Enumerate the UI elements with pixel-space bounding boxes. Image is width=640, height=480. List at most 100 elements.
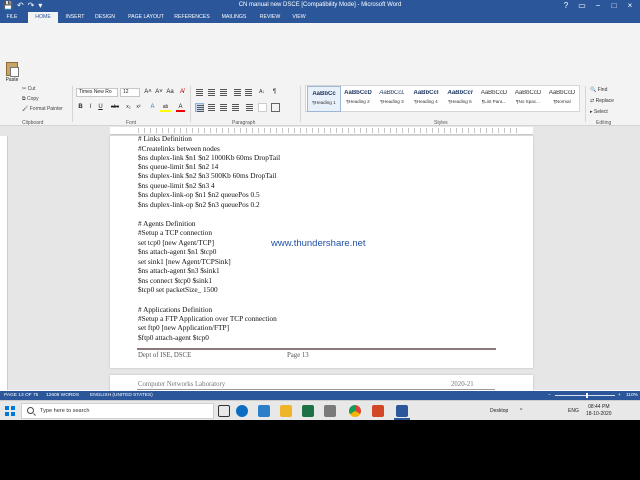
file-explorer-icon[interactable] [280, 405, 292, 417]
paste-button[interactable]: Paste [3, 62, 21, 90]
tab-file[interactable]: FILE [0, 12, 24, 23]
numbering-button[interactable] [207, 88, 216, 97]
tray-overflow-icon[interactable]: ^ [520, 401, 522, 421]
separator [300, 86, 301, 122]
tab-home[interactable]: HOME [28, 12, 58, 23]
grow-font-button[interactable]: A˄ [143, 88, 153, 97]
tab-design[interactable]: DESIGN [91, 12, 119, 23]
subscript-button[interactable]: x₂ [124, 103, 133, 112]
tab-review[interactable]: REVIEW [256, 12, 284, 23]
shading-button[interactable] [258, 103, 267, 112]
highlight-button[interactable]: ab [160, 103, 171, 112]
desktop-toolbar[interactable]: Desktop [490, 401, 508, 421]
style-heading-3[interactable]: AaBbCcL ¶Heading 3 [375, 86, 409, 112]
doc-line: #Setup a TCP connection [138, 228, 212, 237]
style-heading-5[interactable]: AaBbCcl ¶Heading 5 [443, 86, 477, 112]
doc-line: $tcp0 set packetSize_ 1500 [138, 285, 218, 294]
zoom-level[interactable]: 110% [626, 391, 638, 400]
style-normal[interactable]: AaBbCcD ¶Normal [545, 86, 579, 112]
separator [585, 86, 586, 122]
shrink-font-button[interactable]: A˅ [154, 88, 164, 97]
superscript-button[interactable]: x² [134, 103, 143, 112]
bullets-button[interactable] [195, 88, 204, 97]
cut-button[interactable]: ✂ Cut [22, 86, 35, 92]
title-bar: 💾 ↶ ↷ ▾ CN manual new DSCE [Compatibilit… [0, 0, 640, 12]
page-count[interactable]: PAGE 13 OF 75 [4, 391, 38, 400]
tab-insert[interactable]: INSERT [61, 12, 89, 23]
multilevel-list-button[interactable] [219, 88, 228, 97]
vertical-ruler[interactable] [0, 136, 8, 390]
underline-button[interactable]: U [96, 103, 105, 112]
align-right-button[interactable] [219, 103, 228, 112]
chrome-icon[interactable] [349, 405, 361, 417]
numbering-icon [208, 89, 215, 96]
borders-button[interactable] [271, 103, 280, 112]
next-page-header-title: Computer Networks Laboratory [138, 381, 226, 388]
doc-line: $ns connect $tcp0 $sink1 [138, 276, 212, 285]
decrease-indent-button[interactable] [233, 88, 242, 97]
sort-button[interactable]: A↓ [257, 88, 267, 97]
doc-line: # Links Definition [138, 134, 192, 143]
next-page-header-year: 2020-21 [451, 381, 474, 388]
word-count[interactable]: 12608 WORDS [46, 391, 79, 400]
taskbar-search-input[interactable]: Type here to search [21, 403, 214, 419]
header-divider [137, 389, 495, 390]
store-icon[interactable] [324, 405, 336, 417]
powerpoint-icon[interactable] [372, 405, 384, 417]
input-language[interactable]: ENG [568, 401, 579, 421]
zoom-out-button[interactable]: − [548, 391, 551, 400]
increase-indent-button[interactable] [244, 88, 253, 97]
zoom-in-button[interactable]: + [618, 391, 621, 400]
font-color-button[interactable]: A [176, 103, 185, 112]
edge-icon[interactable] [236, 405, 248, 417]
zoom-slider-thumb[interactable] [586, 393, 588, 398]
taskbar-clock[interactable]: 08:44 PM 18-10-2020 [586, 404, 612, 418]
windows-start-icon[interactable] [5, 406, 15, 416]
mail-icon[interactable] [258, 405, 270, 417]
font-name-box[interactable]: Times New Ro [76, 88, 118, 97]
word-icon[interactable] [394, 405, 410, 420]
italic-button[interactable]: I [86, 103, 95, 112]
task-view-icon[interactable] [218, 405, 230, 417]
style-list-paragraph[interactable]: AaBbCcD ¶List Para... [477, 86, 511, 112]
format-painter-button[interactable]: 🖌 Format Painter [22, 106, 63, 112]
line-spacing-button[interactable] [245, 103, 254, 112]
minimize-button[interactable]: − [590, 0, 606, 12]
ribbon-display-button[interactable]: ▭ [574, 0, 590, 12]
zoom-slider[interactable] [555, 395, 615, 396]
align-center-button[interactable] [207, 103, 216, 112]
bold-button[interactable]: B [76, 103, 85, 112]
find-button[interactable]: 🔍 Find [590, 87, 607, 93]
style-heading-1[interactable]: AaBbCc ¶Heading 1 [307, 86, 341, 112]
tab-page-layout[interactable]: PAGE LAYOUT [124, 12, 168, 23]
multilevel-list-icon [220, 89, 227, 96]
doc-line: # Applications Definition [138, 305, 213, 314]
strikethrough-button[interactable]: abc [108, 103, 122, 112]
select-button[interactable]: ▸ Select [590, 109, 608, 115]
line-spacing-icon [246, 104, 253, 111]
maximize-button[interactable]: □ [606, 0, 622, 12]
show-formatting-button[interactable]: ¶ [270, 88, 279, 97]
align-right-icon [220, 104, 227, 111]
close-button[interactable]: × [622, 0, 638, 12]
clear-formatting-button[interactable]: A̸ [177, 88, 187, 97]
help-button[interactable]: ? [558, 0, 574, 12]
language-indicator[interactable]: ENGLISH (UNITED STATES) [90, 391, 153, 400]
window-title: CN manual new DSCE [Compatibility Mode] … [238, 2, 402, 8]
change-case-button[interactable]: Aa [165, 88, 175, 97]
tab-references[interactable]: REFERENCES [172, 12, 212, 23]
excel-icon[interactable] [302, 405, 314, 417]
tab-view[interactable]: VIEW [288, 12, 310, 23]
align-left-button[interactable] [195, 103, 204, 112]
tab-mailings[interactable]: MAILINGS [216, 12, 252, 23]
doc-line: $ns duplex-link $n1 $n2 1000Kb 60ms Drop… [138, 153, 281, 162]
footer-divider [137, 348, 496, 350]
replace-button[interactable]: ⇄ Replace [590, 98, 614, 104]
style-heading-4[interactable]: AaBbCcI ¶Heading 4 [409, 86, 443, 112]
justify-button[interactable] [231, 103, 240, 112]
font-size-box[interactable]: 12 [120, 88, 140, 97]
copy-button[interactable]: ⧉ Copy [22, 96, 39, 102]
style-no-spacing[interactable]: AaBbCcD ¶No Spac... [511, 86, 545, 112]
text-effects-button[interactable]: A [148, 103, 157, 112]
style-heading-2[interactable]: AaBbCcD ¶Heading 2 [341, 86, 375, 112]
